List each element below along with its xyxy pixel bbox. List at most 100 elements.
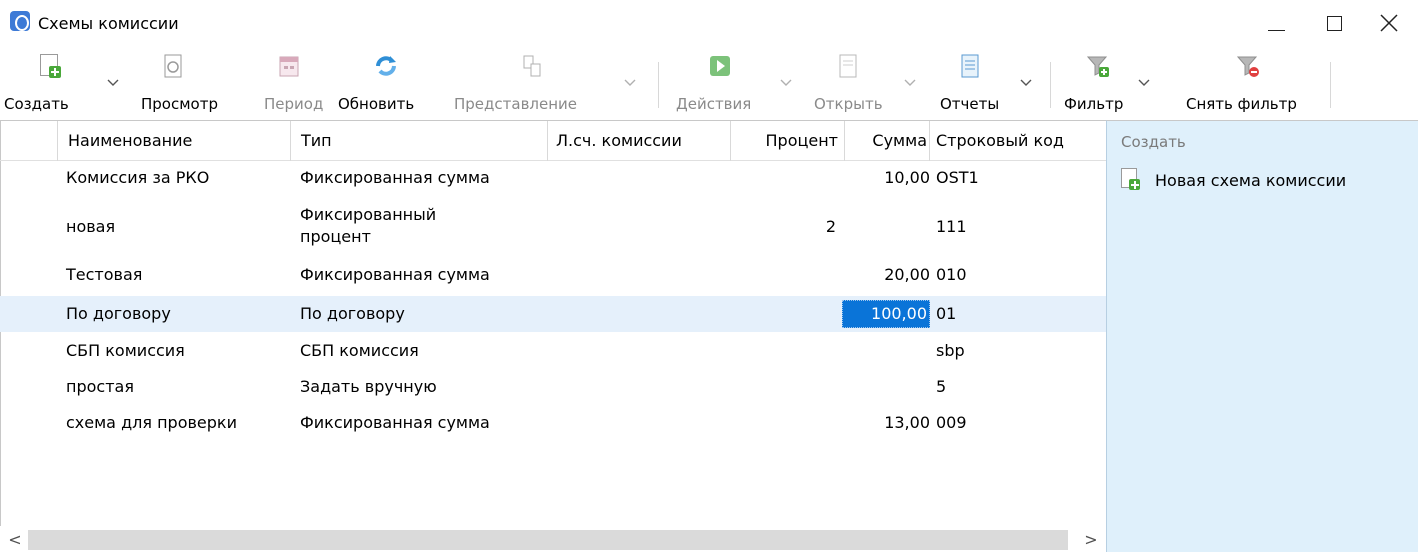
toolbar: Создать Просмотр Период Обновить Предста… <box>0 50 1418 120</box>
actions-icon <box>710 56 730 76</box>
chevron-down-icon[interactable] <box>1138 78 1150 88</box>
scroll-left-button[interactable]: < <box>2 526 28 552</box>
grid-header: Наименование Тип Л.сч. комиссии Процент … <box>0 121 1106 161</box>
cell-code: 5 <box>936 377 947 396</box>
cell-name: Комиссия за РКО <box>66 168 210 187</box>
cell-code: OST1 <box>936 168 979 187</box>
reports-icon <box>961 54 979 78</box>
chevron-down-icon[interactable] <box>904 78 916 88</box>
column-header-account[interactable]: Л.сч. комиссии <box>548 121 731 161</box>
cell-type: Фиксированная сумма <box>300 413 490 432</box>
table-row-selected[interactable]: По договору По договору 100,00 01 <box>0 296 1106 332</box>
view-label: Просмотр <box>141 95 218 113</box>
open-document-icon <box>839 54 857 78</box>
cell-type: Фиксированная сумма <box>300 168 490 187</box>
side-panel-header: Создать <box>1121 133 1186 151</box>
refresh-label: Обновить <box>338 95 415 113</box>
cell-name: СБП комиссия <box>66 341 185 360</box>
cell-type: СБП комиссия <box>300 341 419 360</box>
title-bar: Схемы комиссии <box>0 0 1418 50</box>
chevron-down-icon[interactable] <box>780 78 792 88</box>
maximize-icon <box>1326 15 1342 31</box>
app-icon <box>10 11 30 31</box>
cell-sum: 20,00 <box>884 265 930 284</box>
toolbar-separator <box>1050 62 1051 108</box>
minimize-button[interactable] <box>1247 0 1305 46</box>
cell-code: 111 <box>936 217 967 236</box>
new-commission-scheme-label: Новая схема комиссии <box>1155 170 1347 190</box>
view-button[interactable]: Просмотр <box>137 54 245 120</box>
period-button[interactable]: Период <box>258 54 328 120</box>
cell-name: схема для проверки <box>66 413 237 432</box>
table-row[interactable]: Комиссия за РКО Фиксированная сумма 10,0… <box>0 161 1106 197</box>
cell-code: 010 <box>936 265 967 284</box>
cell-name: простая <box>66 377 134 396</box>
cell-type: Фиксированный процент <box>300 205 437 246</box>
row-indicator-header <box>0 121 58 161</box>
actions-label: Действия <box>676 95 752 113</box>
cell-sum-focused[interactable]: 100,00 <box>842 300 930 328</box>
open-label: Открыть <box>814 95 883 113</box>
filter-button[interactable]: Фильтр <box>1062 54 1170 120</box>
table-row[interactable]: новая Фиксированный процент 2 111 <box>0 197 1106 257</box>
representation-label: Представление <box>454 95 578 113</box>
column-header-type[interactable]: Тип <box>291 121 548 161</box>
maximize-button[interactable] <box>1305 0 1363 46</box>
data-grid: Наименование Тип Л.сч. комиссии Процент … <box>0 120 1106 552</box>
window-title: Схемы комиссии <box>38 14 179 33</box>
close-button[interactable] <box>1360 0 1418 46</box>
toolbar-separator <box>1330 62 1331 108</box>
reports-label: Отчеты <box>940 95 1000 113</box>
clear-filter-label: Снять фильтр <box>1186 95 1297 113</box>
actions-button[interactable]: Действия <box>670 54 798 120</box>
cell-code: 01 <box>936 304 957 323</box>
clear-filter-icon <box>1236 56 1259 77</box>
cell-percent: 2 <box>825 217 836 236</box>
toolbar-separator <box>658 62 659 108</box>
scroll-right-button[interactable]: > <box>1078 526 1104 552</box>
cell-type: По договору <box>300 304 405 323</box>
horizontal-scrollbar[interactable]: < > <box>0 526 1106 552</box>
preview-icon <box>164 54 182 78</box>
refresh-icon <box>376 56 396 76</box>
open-button[interactable]: Открыть <box>810 54 926 120</box>
refresh-button[interactable]: Обновить <box>334 54 442 120</box>
period-label: Период <box>264 95 324 113</box>
cell-code: sbp <box>936 341 965 360</box>
chevron-down-icon[interactable] <box>624 78 636 88</box>
column-header-code[interactable]: Строковый код <box>930 121 1106 161</box>
new-commission-scheme-link[interactable]: Новая схема комиссии <box>1121 167 1346 193</box>
side-panel: Создать Новая схема комиссии <box>1106 120 1418 552</box>
column-header-sum[interactable]: Сумма <box>845 121 930 161</box>
chevron-down-icon[interactable] <box>1020 78 1032 88</box>
minimize-icon <box>1267 29 1285 31</box>
reports-button[interactable]: Отчеты <box>936 54 1044 120</box>
filter-label: Фильтр <box>1064 95 1124 113</box>
calendar-icon <box>279 56 299 77</box>
representation-icon <box>523 55 541 77</box>
table-row[interactable]: Тестовая Фиксированная сумма 20,00 010 <box>0 257 1106 293</box>
cell-name: По договору <box>66 304 171 323</box>
cell-type: Фиксированная сумма <box>300 265 490 284</box>
scroll-thumb[interactable] <box>28 530 1068 550</box>
new-document-icon <box>1121 168 1141 192</box>
table-row[interactable]: схема для проверки Фиксированная сумма 1… <box>0 405 1106 441</box>
clear-filter-button[interactable]: Снять фильтр <box>1182 54 1322 120</box>
cell-type: Задать вручную <box>300 377 437 396</box>
cell-sum: 10,00 <box>884 168 930 187</box>
close-icon <box>1380 14 1398 32</box>
cell-name: новая <box>66 217 116 236</box>
cell-code: 009 <box>936 413 967 432</box>
filter-icon <box>1086 56 1109 77</box>
table-row[interactable]: СБП комиссия СБП комиссия sbp <box>0 333 1106 369</box>
create-label: Создать <box>4 95 69 113</box>
cell-sum: 13,00 <box>884 413 930 432</box>
create-button[interactable]: Создать <box>0 54 130 120</box>
representation-button[interactable]: Представление <box>450 54 648 120</box>
new-document-icon <box>40 54 64 78</box>
cell-name: Тестовая <box>66 265 143 284</box>
column-header-name[interactable]: Наименование <box>58 121 291 161</box>
column-header-percent[interactable]: Процент <box>731 121 845 161</box>
table-row[interactable]: простая Задать вручную 5 <box>0 369 1106 405</box>
chevron-down-icon[interactable] <box>107 78 119 88</box>
